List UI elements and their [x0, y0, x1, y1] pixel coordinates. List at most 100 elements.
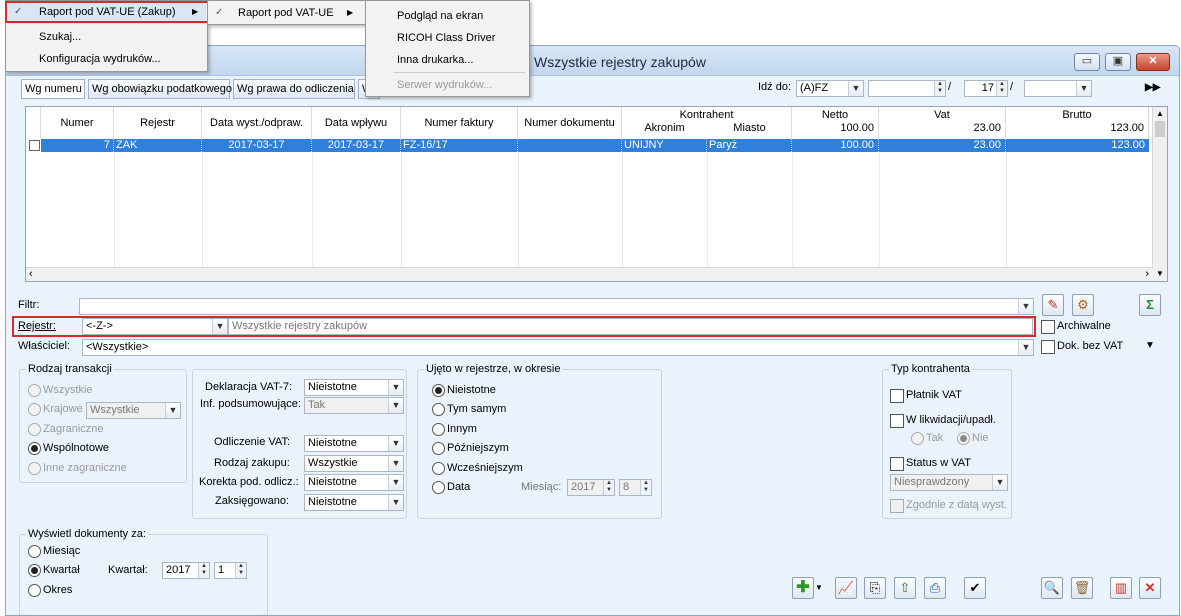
menu-item-konfiguracja[interactable]: Konfiguracja wydruków... [39, 53, 161, 65]
col-header-brutto[interactable]: Brutto 123.00 [1006, 107, 1149, 139]
vat7-select[interactable]: Nieistotne ▼ [304, 379, 404, 396]
kwartal-rok-input[interactable]: 2017 ▲ ▼ [162, 562, 210, 579]
close-button[interactable]: ✕ [1136, 53, 1170, 71]
status-vat-select[interactable]: Niesprawdzony ▼ [890, 474, 1008, 491]
chevron-down-icon[interactable]: ▼ [388, 495, 403, 510]
radio-wspolnotowe[interactable]: Wspólnotowe [28, 442, 109, 455]
spinner-icon[interactable]: ▲ ▼ [235, 563, 246, 578]
chart-icon[interactable]: 📈 [835, 577, 857, 599]
zgodnie-checkbox[interactable]: Zgodnie z datą wyst. [890, 499, 1007, 513]
chevron-down-icon[interactable]: ▼ [992, 475, 1007, 490]
radio-wszystkie[interactable]: Wszystkie [28, 384, 93, 397]
dok-bez-vat-checkbox[interactable]: Dok. bez VAT [1041, 340, 1123, 354]
spinner-icon[interactable]: ▲ ▼ [603, 480, 614, 495]
rodzaj-zakupu-select[interactable]: Wszystkie ▼ [304, 455, 404, 472]
columns-icon[interactable]: ▥ [1110, 577, 1132, 599]
chevron-down-icon[interactable]: ▼ [388, 456, 403, 471]
goto-extra-select[interactable]: ▼ [1024, 80, 1092, 97]
radio-inne-zagraniczne[interactable]: Inne zagraniczne [28, 462, 127, 475]
chevron-down-icon[interactable]: ▼ [388, 475, 403, 490]
delete-icon[interactable]: 🗑 [1071, 577, 1093, 599]
vertical-scrollbar[interactable]: ▲ ▼ [1152, 107, 1167, 281]
radio-ujeto-data[interactable]: Data [432, 481, 470, 494]
clear-filter-button[interactable]: ✎ [1042, 294, 1064, 316]
col-header-vat[interactable]: Vat 23.00 [879, 107, 1006, 139]
radio-kwartal[interactable]: Kwartał [28, 564, 80, 577]
krajowe-select[interactable]: Wszystkie ▼ [86, 402, 181, 419]
likwidacja-checkbox[interactable]: W likwidacji/upadł. [890, 414, 996, 428]
menu-item-podglad[interactable]: Podgląd na ekran [397, 10, 483, 22]
ujeto-rok-input[interactable]: 2017 ▲ ▼ [567, 479, 615, 496]
radio-ujeto-wczesniejszym[interactable]: Wcześniejszym [432, 462, 523, 475]
chevron-down-icon[interactable]: ▼ [388, 380, 403, 395]
kwartal-numer-input[interactable]: 1 ▲ ▼ [214, 562, 247, 579]
ujeto-miesiac-input[interactable]: 8 ▲ ▼ [619, 479, 652, 496]
radio-ujeto-tym-samym[interactable]: Tym samym [432, 403, 506, 416]
platnik-vat-checkbox[interactable]: Płatnik VAT [890, 389, 962, 403]
export-icon[interactable]: ⎘ [864, 577, 886, 599]
spinner-icon[interactable]: ▲ ▼ [934, 81, 945, 96]
scroll-left-icon[interactable]: ‹ [29, 268, 33, 280]
table-row[interactable]: 7 ZAK 2017-03-17 2017-03-17 FZ-16/17 UNI… [41, 139, 1149, 152]
add-dropdown-icon[interactable]: ▼ [815, 583, 823, 592]
chevron-down-icon[interactable]: ▼ [848, 81, 863, 96]
add-button[interactable]: ✚ [792, 577, 814, 599]
chevron-down-icon[interactable]: ▼ [1018, 340, 1033, 355]
sum-icon[interactable]: Σ [1139, 294, 1161, 316]
check-icon[interactable]: ✔ [964, 577, 986, 599]
tab-wg-prawa[interactable]: Wg prawa do odliczenia [233, 79, 355, 99]
filtr-input[interactable]: ▼ [79, 298, 1034, 315]
maximize-button[interactable]: ▣ [1105, 53, 1131, 71]
print-icon[interactable]: ⎙ [924, 577, 946, 599]
radio-ujeto-pozniejszym[interactable]: Późniejszym [432, 442, 509, 455]
close-window-icon[interactable]: ✕ [1139, 577, 1161, 599]
radio-ujeto-nieistotne[interactable]: Nieistotne [432, 384, 496, 397]
col-header-rejestr[interactable]: Rejestr [114, 107, 202, 139]
radio-ujeto-innym[interactable]: Innym [432, 423, 477, 436]
archiwalne-checkbox[interactable]: Archiwalne [1041, 320, 1111, 334]
tab-wg-numeru[interactable]: Wg numeru [21, 79, 85, 99]
expand-down-icon[interactable]: ▼ [1145, 340, 1155, 351]
horizontal-scrollbar[interactable]: ‹ › [26, 267, 1153, 281]
tab-wg-obowiazku[interactable]: Wg obowiązku podatkowego [88, 79, 232, 99]
spinner-icon[interactable]: ▲ ▼ [198, 563, 209, 578]
menu-item-inna-drukarka[interactable]: Inna drukarka... [397, 54, 473, 66]
minimize-button[interactable]: ▭ [1074, 53, 1100, 71]
goto-type-select[interactable]: (A)FZ ▼ [796, 80, 864, 97]
radio-miesiac[interactable]: Miesiąc [28, 545, 80, 558]
col-header-data-wyst[interactable]: Data wyst./odpraw. [202, 107, 312, 139]
radio-tak[interactable]: Tak [911, 432, 943, 445]
scroll-down-icon[interactable]: ▼ [1153, 267, 1167, 281]
chevron-down-icon[interactable]: ▼ [1076, 81, 1091, 96]
zaksiegowano-select[interactable]: Nieistotne ▼ [304, 494, 404, 511]
status-vat-checkbox[interactable]: Status w VAT [890, 457, 971, 471]
scroll-up-icon[interactable]: ▲ [1153, 107, 1167, 121]
radio-krajowe[interactable]: Krajowe [28, 403, 83, 416]
goto-number-input[interactable]: 17 ▲ ▼ [964, 80, 1008, 97]
col-header-numer-dokumentu[interactable]: Numer dokumentu [518, 107, 622, 139]
menu-item-raport-vat-ue[interactable]: Raport pod VAT-UE [238, 7, 334, 19]
scroll-thumb[interactable] [1155, 121, 1165, 137]
col-header-akronim[interactable]: Akronim [622, 122, 707, 135]
menu-item-szukaj[interactable]: Szukaj... [39, 31, 81, 43]
row-checkbox[interactable] [29, 140, 40, 151]
scroll-right-icon[interactable]: › [1145, 268, 1149, 280]
chevron-down-icon[interactable]: ▼ [1018, 299, 1033, 314]
col-header-numer[interactable]: Numer [41, 107, 114, 139]
col-header-numer-faktury[interactable]: Numer faktury [401, 107, 518, 139]
goto-year-input[interactable]: ▲ ▼ [868, 80, 946, 97]
radio-nie[interactable]: Nie [957, 432, 989, 445]
skip-end-icon[interactable]: ▶▶ [1145, 82, 1160, 93]
chevron-down-icon[interactable]: ▼ [388, 398, 403, 413]
wlasciciel-select[interactable]: <Wszystkie> ▼ [82, 339, 1034, 356]
col-header-data-wplywu[interactable]: Data wpływu [312, 107, 401, 139]
upload-icon[interactable]: ⇧ [894, 577, 916, 599]
chevron-down-icon[interactable]: ▼ [388, 436, 403, 451]
radio-zagraniczne[interactable]: Zagraniczne [28, 423, 104, 436]
inf-select[interactable]: Tak ▼ [304, 397, 404, 414]
col-header-netto[interactable]: Netto 100.00 [792, 107, 879, 139]
spinner-icon[interactable]: ▲ ▼ [640, 480, 651, 495]
search-icon[interactable]: 🔍 [1041, 577, 1063, 599]
col-header-miasto[interactable]: Miasto [707, 122, 792, 135]
filter-tools-button[interactable]: ⚙ [1072, 294, 1094, 316]
